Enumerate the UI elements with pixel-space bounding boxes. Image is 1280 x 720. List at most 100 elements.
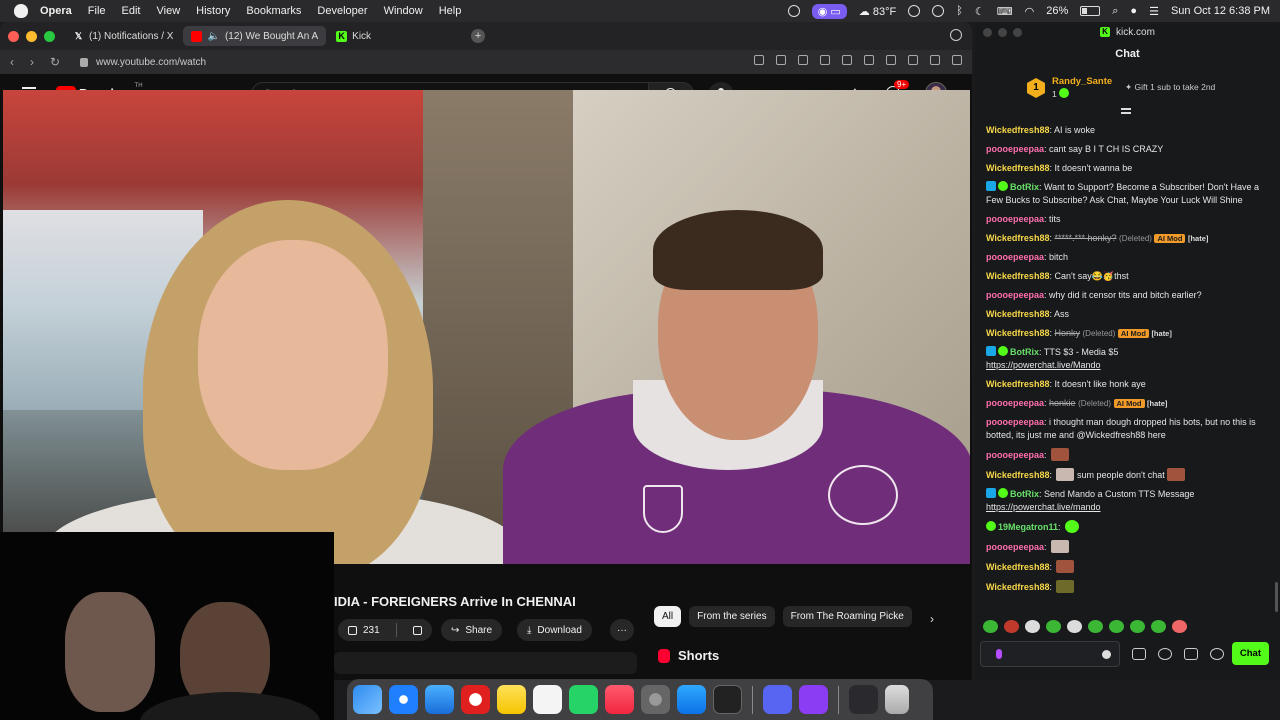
chat-username[interactable]: Wickedfresh88 [986, 379, 1049, 389]
chat-username[interactable]: poooepeepaa [986, 214, 1044, 224]
clock[interactable]: Sun Oct 12 6:38 PM [1171, 5, 1270, 17]
like-button[interactable]: 231 [338, 619, 390, 641]
chat-scrollbar[interactable] [1275, 582, 1278, 612]
tab-kick[interactable]: K Kick [328, 26, 379, 46]
chat-username[interactable]: poooepeepaa [986, 398, 1044, 408]
chat-username[interactable]: BotRix [1010, 489, 1039, 499]
menu-view[interactable]: View [157, 5, 181, 17]
minimize-window-button[interactable] [26, 30, 37, 42]
chat-username[interactable]: poooepeepaa [986, 144, 1044, 154]
emote-icon[interactable] [1025, 620, 1040, 633]
gift-box-icon[interactable] [1184, 648, 1198, 660]
chat-username[interactable]: poooepeepaa [986, 450, 1044, 460]
send-chat-button[interactable]: Chat [1231, 642, 1269, 665]
speaker-icon[interactable]: 🔈 [207, 31, 219, 42]
system-settings-icon[interactable] [641, 685, 670, 714]
opera-icon[interactable] [461, 685, 490, 714]
music-icon[interactable] [605, 685, 634, 714]
moon-icon[interactable]: ☾ [975, 5, 985, 18]
chat-username[interactable]: Wickedfresh88 [986, 125, 1049, 135]
emote-icon[interactable] [1130, 620, 1145, 633]
whatsapp-icon[interactable] [569, 685, 598, 714]
settings-gear-icon[interactable] [1210, 648, 1224, 660]
keyboard-icon[interactable]: ⌨ [997, 5, 1013, 18]
new-tab-button[interactable]: + [471, 29, 486, 43]
back-button[interactable]: ‹ [10, 55, 14, 69]
weather-reading[interactable]: ☁ 83°F [859, 5, 896, 18]
chat-username[interactable]: BotRix [1010, 182, 1039, 192]
chat-username[interactable]: poooepeepaa [986, 252, 1044, 262]
chat-username[interactable]: 19Megatron11 [998, 522, 1058, 532]
close-window-button[interactable] [8, 30, 19, 42]
emote-icon[interactable] [1088, 620, 1103, 633]
emote-icon[interactable] [1172, 620, 1187, 633]
collapse-pinned-icon[interactable] [1121, 108, 1131, 114]
emote-icon[interactable] [1109, 620, 1124, 633]
zoom-window-button[interactable] [44, 30, 55, 42]
chat-username[interactable]: poooepeepaa [986, 417, 1044, 427]
discord-icon[interactable] [763, 685, 792, 714]
finder-icon[interactable] [353, 685, 382, 714]
activity-monitor-icon[interactable] [713, 685, 742, 714]
chat-username[interactable]: Wickedfresh88 [986, 163, 1049, 173]
chip-all[interactable]: All [654, 606, 682, 627]
menu-app-name[interactable]: Opera [40, 5, 72, 17]
chat-username[interactable]: Wickedfresh88 [986, 470, 1049, 480]
chat-message-input[interactable] [980, 641, 1120, 667]
emote-icon[interactable] [983, 620, 998, 633]
camera-icon[interactable] [776, 55, 786, 65]
play-icon[interactable] [932, 5, 945, 17]
lock-icon[interactable] [80, 57, 88, 67]
more-actions-button[interactable]: ··· [610, 619, 634, 641]
url-field[interactable]: www.youtube.com/watch [96, 57, 206, 68]
wifi-icon[interactable]: ◠ [1025, 5, 1035, 18]
screen-share-icon[interactable]: ◉ ▭ [811, 3, 847, 19]
kick-zoom-button[interactable] [1013, 28, 1022, 37]
chat-username[interactable]: BotRix [1010, 347, 1039, 357]
apple-icon[interactable] [14, 4, 28, 18]
chat-username[interactable]: Wickedfresh88 [986, 309, 1049, 319]
share-button[interactable]: ↪ Share [441, 619, 503, 641]
kick-minimize-button[interactable] [998, 28, 1007, 37]
menu-help[interactable]: Help [439, 5, 462, 17]
spotlight-icon[interactable]: ⌕ [1112, 5, 1118, 18]
mail-icon[interactable] [425, 685, 454, 714]
notes-icon[interactable] [497, 685, 526, 714]
tab-search-icon[interactable] [950, 29, 962, 41]
chat-username[interactable]: Wickedfresh88 [986, 271, 1049, 281]
forward-share-icon[interactable] [820, 55, 830, 65]
gift-sub-prompt[interactable]: Gift 1 sub to take 2nd [1125, 82, 1215, 93]
menu-developer[interactable]: Developer [317, 5, 367, 17]
emote-icon[interactable] [1067, 620, 1082, 633]
menu-history[interactable]: History [196, 5, 230, 17]
chip-channel[interactable]: From The Roaming Picke [782, 606, 912, 627]
chat-username[interactable]: poooepeepaa [986, 290, 1044, 300]
menu-edit[interactable]: Edit [122, 5, 141, 17]
voice-icon[interactable] [996, 649, 1002, 659]
battery-icon[interactable] [1080, 6, 1101, 16]
chat-link[interactable]: https://powerchat.live/Mando [986, 360, 1101, 370]
chevron-right-icon[interactable]: › [930, 612, 934, 626]
chip-from-series[interactable]: From the series [689, 606, 775, 627]
chat-username[interactable]: poooepeepaa [986, 542, 1044, 552]
headphones-icon[interactable] [908, 5, 921, 17]
pinned-username[interactable]: Randy_Sante [1052, 76, 1112, 87]
siri-icon[interactable]: ● [1130, 5, 1137, 17]
chat-username[interactable]: Wickedfresh88 [986, 328, 1049, 338]
app-store-icon[interactable] [677, 685, 706, 714]
infinity-icon[interactable] [1158, 648, 1172, 660]
forward-button[interactable]: › [30, 55, 34, 69]
chat-username[interactable]: Wickedfresh88 [986, 562, 1049, 572]
description-box[interactable] [334, 652, 637, 674]
video-player[interactable] [3, 90, 970, 564]
safari-icon[interactable] [389, 685, 418, 714]
emote-icon[interactable] [1151, 620, 1166, 633]
reload-button[interactable]: ↻ [50, 55, 60, 69]
menu-icon[interactable] [908, 55, 918, 65]
chat-username[interactable]: Wickedfresh88 [986, 233, 1049, 243]
proton-mail-icon[interactable] [799, 685, 828, 714]
chat-link[interactable]: https://powerchat.live/mando [986, 502, 1101, 512]
sidebar-icon[interactable] [952, 55, 962, 65]
heart-icon[interactable] [842, 55, 852, 65]
bluetooth-icon[interactable]: ᛒ [956, 5, 963, 17]
